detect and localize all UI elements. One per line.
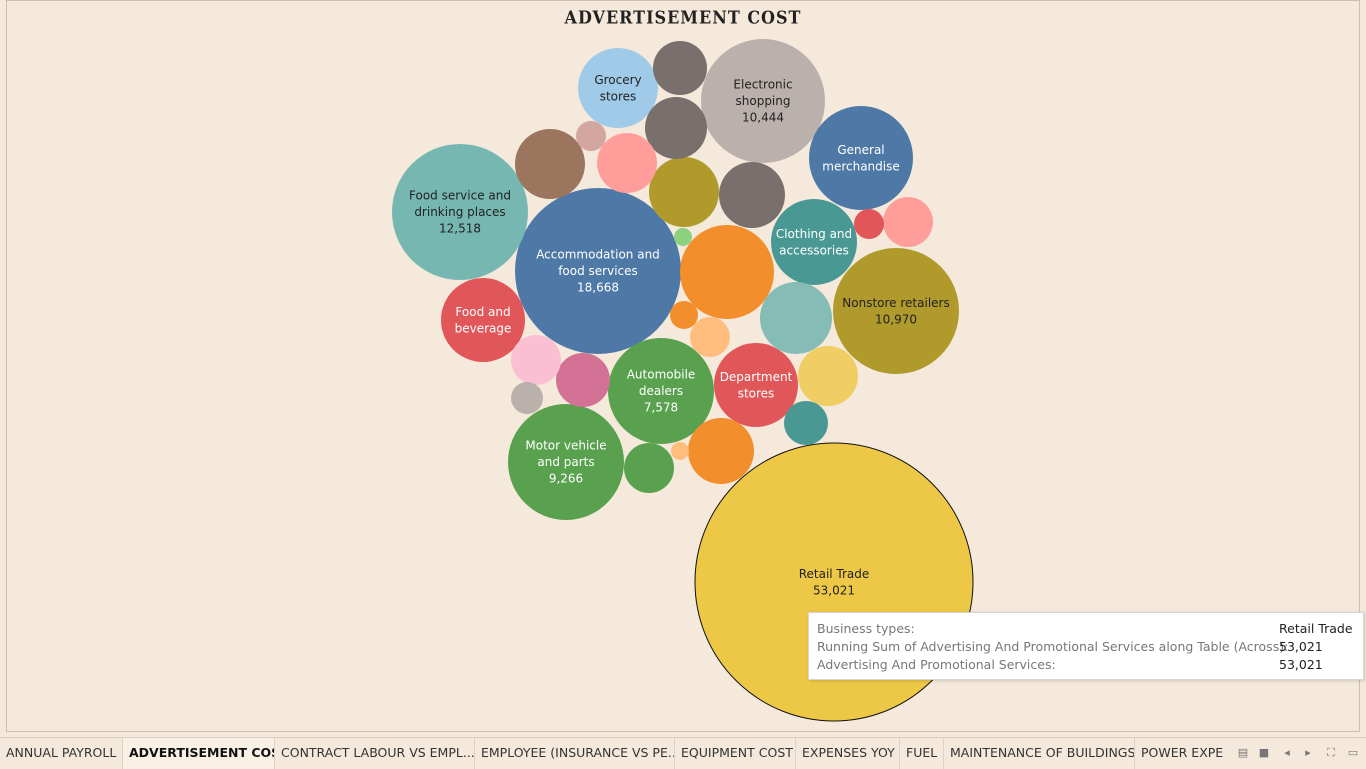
tab-maintenance-of-buildings[interactable]: MAINTENANCE OF BUILDINGS: [944, 738, 1135, 769]
bubble[interactable]: [690, 317, 730, 357]
bubble-label: beverage: [455, 321, 512, 335]
bubble-label: Accommodation and: [536, 248, 660, 262]
bubble-value-label: 10,444: [742, 111, 784, 125]
tab-advertisement-cost[interactable]: ADVERTISEMENT COST: [123, 738, 275, 769]
bubble-label: stores: [600, 89, 637, 103]
tab-annual-payroll[interactable]: ANNUAL PAYROLL: [0, 738, 123, 769]
bubble-value-label: 7,578: [644, 401, 678, 415]
bubble-label: Clothing and: [776, 227, 852, 241]
bubble-label: accessories: [779, 243, 849, 257]
bubble-label: Grocery: [594, 73, 641, 87]
bubble[interactable]: [719, 162, 785, 228]
next-sheet-icon[interactable]: ▸: [1301, 746, 1315, 760]
bubble[interactable]: [688, 418, 754, 484]
bubble[interactable]: [597, 133, 657, 193]
tooltip-value: 53,021: [1279, 639, 1323, 654]
bubble-label: food services: [558, 264, 638, 278]
tooltip-key: Business types:: [817, 621, 915, 636]
fullscreen-icon[interactable]: ⛶: [1324, 746, 1338, 760]
tooltip-row-business-type: Business types: Retail Trade: [817, 621, 1355, 639]
bubble-label: Retail Trade: [799, 567, 870, 581]
bubble-value-label: 12,518: [439, 222, 481, 236]
tab-expenses-yoy[interactable]: EXPENSES YOY: [796, 738, 900, 769]
tooltip-row-advertising: Advertising And Promotional Services: 53…: [817, 657, 1355, 675]
bubble[interactable]: [515, 129, 585, 199]
bubble-clothing-and-accessories[interactable]: [771, 199, 857, 285]
bubble-label: stores: [738, 386, 775, 400]
bubble-food-and-beverage[interactable]: [441, 278, 525, 362]
bubble[interactable]: [883, 197, 933, 247]
tab-equipment-cost[interactable]: EQUIPMENT COST: [675, 738, 796, 769]
bubble[interactable]: [653, 41, 707, 95]
bubble-nonstore-retailers[interactable]: [833, 248, 959, 374]
bubble[interactable]: [674, 228, 692, 246]
tab-employee-insurance[interactable]: EMPLOYEE (INSURANCE VS PE...: [475, 738, 675, 769]
bubble[interactable]: [854, 209, 884, 239]
tab-contract-labour[interactable]: CONTRACT LABOUR VS EMPL...: [275, 738, 475, 769]
bubble[interactable]: [511, 382, 543, 414]
bubble[interactable]: [671, 442, 689, 460]
bubble-label: Department: [720, 370, 793, 384]
bubble[interactable]: [576, 121, 606, 151]
single-view-icon[interactable]: ■: [1257, 746, 1271, 760]
bubble-value-label: 10,970: [875, 312, 917, 326]
bubble-label: Motor vehicle: [525, 439, 606, 453]
presentation-icon[interactable]: ▭: [1346, 746, 1360, 760]
bubble-label: Electronic: [733, 78, 792, 92]
bubble-label: Food service and: [409, 189, 511, 203]
bubble-value-label: 9,266: [549, 472, 583, 486]
grid-view-icon[interactable]: ▤: [1236, 746, 1250, 760]
bubble-label: Food and: [455, 305, 510, 319]
bubble[interactable]: [760, 282, 832, 354]
tab-fuel[interactable]: FUEL: [900, 738, 944, 769]
tooltip: Business types: Retail Trade Running Sum…: [808, 612, 1364, 680]
bubble-label: dealers: [639, 384, 683, 398]
bubble-value-label: 53,021: [813, 583, 855, 597]
bubble[interactable]: [649, 157, 719, 227]
bubble-value-label: 18,668: [577, 281, 619, 295]
bubble-label: merchandise: [822, 159, 900, 173]
tab-power-expenses[interactable]: POWER EXPEN: [1135, 738, 1223, 769]
tooltip-value: 53,021: [1279, 657, 1323, 672]
tooltip-row-running-sum: Running Sum of Advertising And Promotion…: [817, 639, 1355, 657]
bubble[interactable]: [680, 225, 774, 319]
bubble[interactable]: [784, 401, 828, 445]
bubble[interactable]: [670, 301, 698, 329]
bubble[interactable]: [798, 346, 858, 406]
bubble-label: Automobile: [627, 368, 696, 382]
bubble[interactable]: [511, 335, 561, 385]
bubble-label: and parts: [537, 455, 594, 469]
bubble[interactable]: [624, 443, 674, 493]
prev-sheet-icon[interactable]: ◂: [1280, 746, 1294, 760]
bubble-label: General: [837, 143, 884, 157]
bubble[interactable]: [556, 353, 610, 407]
tooltip-key: Running Sum of Advertising And Promotion…: [817, 639, 1289, 654]
bubble-department-stores[interactable]: [714, 343, 798, 427]
sheet-tab-bar: ANNUAL PAYROLL ADVERTISEMENT COST CONTRA…: [0, 737, 1366, 769]
tooltip-key: Advertising And Promotional Services:: [817, 657, 1056, 672]
bubble-grocery-stores[interactable]: [578, 48, 658, 128]
bubble[interactable]: [645, 97, 707, 159]
tooltip-value: Retail Trade: [1279, 621, 1353, 636]
bubble-general-merchandise[interactable]: [809, 106, 913, 210]
bubble-label: Nonstore retailers: [842, 296, 949, 310]
bubble-label: drinking places: [414, 205, 505, 219]
bubble-label: shopping: [736, 94, 791, 108]
